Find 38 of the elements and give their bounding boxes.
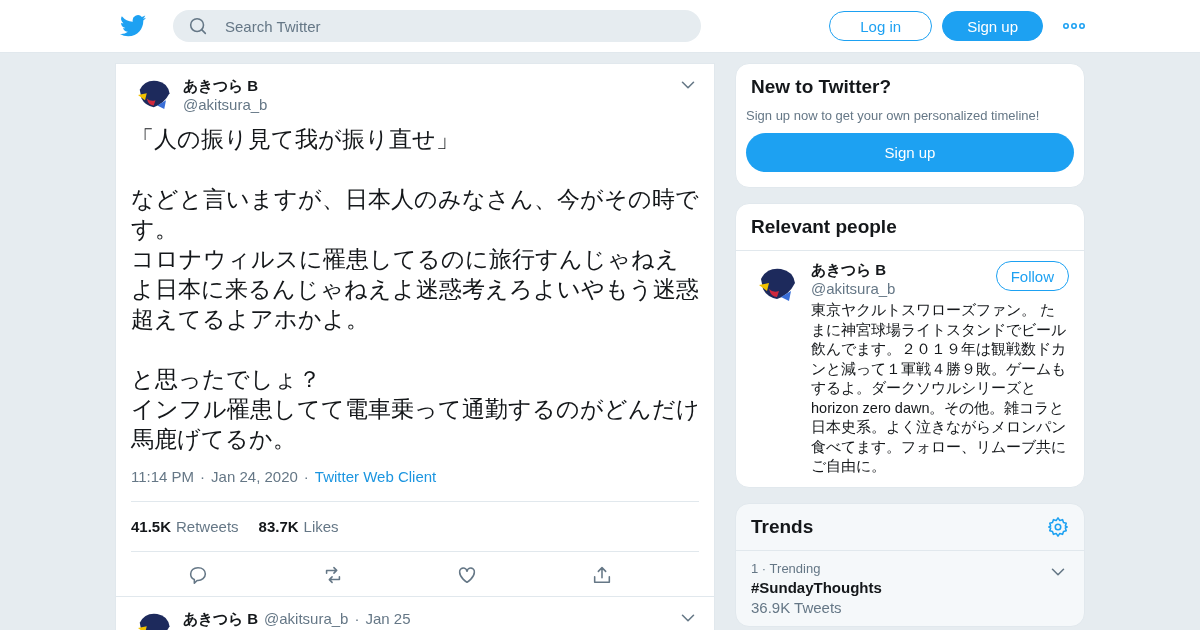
user-handle[interactable]: @akitsura_b [183,96,667,113]
card-title: Relevant people [751,216,897,238]
more-icon[interactable] [1063,23,1085,29]
user-handle[interactable]: @akitsura_b [811,280,996,297]
retweet-count[interactable]: 41.5K Retweets [131,518,239,535]
user-name[interactable]: あきつら B [811,261,996,280]
signup-button[interactable]: Sign up [746,133,1074,172]
card-title: Trends [751,515,814,538]
search-field[interactable]: Search Twitter [173,10,701,42]
trend-count: 36.9K Tweets [751,598,843,616]
user-name[interactable]: あきつら B [183,77,667,96]
signup-button[interactable]: Sign up [942,11,1043,41]
tweet-time: 11:14 PM [131,468,195,485]
bird-logo-icon[interactable] [120,15,146,37]
like-count[interactable]: 83.7K Likes [258,518,339,535]
signup-prompt: Sign up now to get your own personalized timeline! [746,108,1041,123]
search-input[interactable]: Search Twitter [223,16,687,36]
tweet-text: と思ったでしょ？ [131,365,322,394]
login-button[interactable]: Log in [829,11,933,41]
tweet-text: 「人の振り見て我が振り直せ」 [131,125,460,154]
user-handle[interactable]: @akitsura_b [264,610,349,629]
separator-dot: · [354,610,360,629]
client-link[interactable]: Twitter Web Client [314,468,437,485]
tweet-date: Jan 25 [365,610,411,629]
trend-context: 1 · Trending [751,560,822,576]
user-bio: 東京ヤクルトスワローズファン。 たまに神宮球場ライトスタンドでビール飲んでます。２０１９年は観戦数ドカンと減って１軍戦４勝９敗。ゲームもするよ。ダークソウルシリーズとhorizon zero dawn。その他。雑コラと日本史系。よく泣きながらメロンパン食べてます。フォロー、リムーブ共にご自由に。 [811,301,1067,476]
tweet-text: などと言いますが、日本人のみなさん、今がその時です。 [131,185,700,244]
user-name[interactable]: あきつら B [183,610,258,629]
tweet-text: インフル罹患してて電車乗って通勤するのがどんだけ馬鹿げてるか。 [131,395,701,454]
tweet-date: Jan 24, 2020 [211,468,298,485]
tweet-text: コロナウィルスに罹患してるのに旅行すんじゃねえよ日本に来るんじゃねえよ迷惑考えろよいやもう迷惑超えてるよアホかよ。 [131,245,700,334]
settings-icon[interactable] [1047,515,1069,538]
follow-button[interactable]: Follow [995,261,1069,291]
trend-tag[interactable]: #SundayThoughts [751,578,882,596]
separator-dot: · [303,468,309,485]
card-title: New to Twitter? [750,76,893,98]
search-icon [187,15,209,37]
separator-dot: · [200,468,206,485]
